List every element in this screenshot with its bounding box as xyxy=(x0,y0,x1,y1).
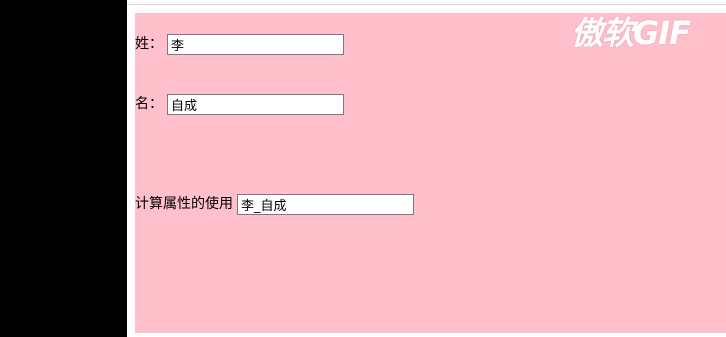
full-name-row: 计算属性的使用 xyxy=(135,193,414,215)
left-black-region xyxy=(0,0,127,337)
watermark-logo: 傲软GIF xyxy=(571,14,691,52)
full-name-label: 计算属性的使用 xyxy=(135,196,233,212)
last-name-input[interactable] xyxy=(167,33,344,55)
first-name-colon: ： xyxy=(149,96,163,112)
full-name-input[interactable] xyxy=(237,193,414,215)
last-name-colon: ： xyxy=(149,36,163,52)
last-name-row: 姓 ： xyxy=(135,33,344,55)
app-panel: 姓 ： 名 ： 计算属性的使用 xyxy=(135,13,726,333)
top-divider xyxy=(127,4,726,5)
first-name-label: 名 xyxy=(135,96,149,112)
last-name-label: 姓 xyxy=(135,36,149,52)
first-name-input[interactable] xyxy=(167,93,344,115)
first-name-row: 名 ： xyxy=(135,93,344,115)
